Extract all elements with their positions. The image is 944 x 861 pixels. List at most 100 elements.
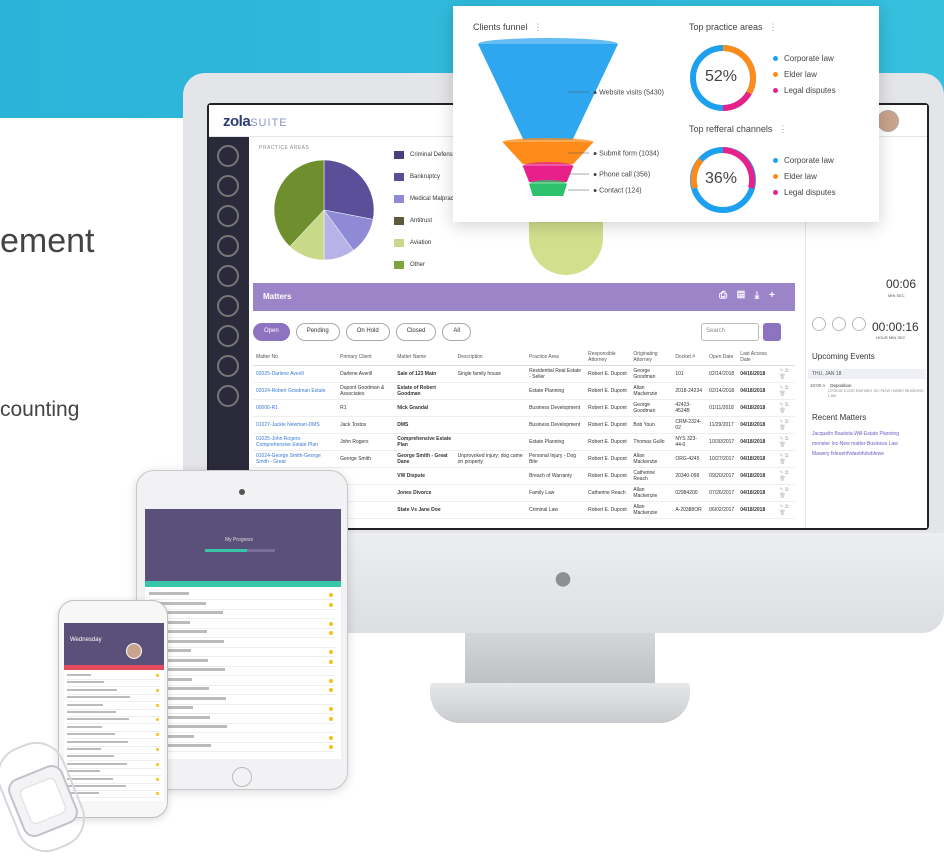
list-item[interactable] xyxy=(67,747,161,754)
list-item[interactable] xyxy=(67,725,161,732)
column-header[interactable]: Last Access Date xyxy=(737,349,777,366)
star-icon[interactable] xyxy=(156,733,159,737)
stop-icon[interactable] xyxy=(852,317,866,331)
calendar-icon[interactable] xyxy=(217,175,239,197)
star-icon[interactable] xyxy=(156,703,159,707)
row-actions[interactable]: ✎ ⧉ 🗑 xyxy=(776,365,795,383)
ipad-home-button[interactable] xyxy=(232,767,252,787)
list-item[interactable] xyxy=(67,762,161,769)
list-item[interactable] xyxy=(149,629,335,638)
row-actions[interactable]: ✎ ⧉ 🗑 xyxy=(776,501,795,519)
event-item[interactable]: 10:00 A Deposition Central Court Monster… xyxy=(810,383,927,398)
star-icon[interactable] xyxy=(329,735,333,740)
column-header[interactable]: Open Date xyxy=(706,349,738,366)
list-item[interactable] xyxy=(149,648,335,657)
column-header[interactable]: Docket # xyxy=(672,349,707,366)
matters-icon[interactable] xyxy=(217,235,239,257)
list-item[interactable] xyxy=(149,639,335,648)
list-item[interactable] xyxy=(149,658,335,667)
row-actions[interactable]: ✎ ⧉ 🗑 xyxy=(776,382,795,400)
list-item[interactable] xyxy=(149,601,335,610)
star-icon[interactable] xyxy=(329,688,333,692)
filter-on-hold[interactable]: On Hold xyxy=(345,323,390,341)
table-row[interactable]: 01024-George Smith-George Smith - Great G… xyxy=(253,450,795,468)
list-item[interactable] xyxy=(67,740,161,747)
column-header[interactable]: Practice Area xyxy=(526,349,586,366)
table-cell[interactable]: 02024-Robert Goodman Estate xyxy=(253,382,338,400)
list-item[interactable] xyxy=(67,769,161,777)
row-actions[interactable]: ✎ ⧉ 🗑 xyxy=(776,450,795,468)
list-item[interactable] xyxy=(149,677,335,686)
list-item[interactable] xyxy=(149,696,335,705)
list-item[interactable] xyxy=(67,673,161,680)
billing-icon[interactable] xyxy=(217,325,239,347)
table-cell[interactable]: 00006-R1 xyxy=(253,399,338,417)
list-item[interactable] xyxy=(149,686,335,695)
column-header[interactable]: Primary Client xyxy=(337,349,395,366)
star-icon[interactable] xyxy=(329,707,333,711)
more-vertical-icon[interactable]: ⋮ xyxy=(778,124,787,134)
star-icon[interactable] xyxy=(156,748,159,751)
more-vertical-icon[interactable]: ⋮ xyxy=(534,22,543,32)
column-header[interactable]: Description xyxy=(454,349,527,366)
matters-search-input[interactable]: Search xyxy=(701,323,759,341)
download-icon[interactable]: ⤓ xyxy=(755,290,769,301)
dashboard-icon[interactable] xyxy=(217,145,239,167)
star-icon[interactable] xyxy=(329,659,333,664)
column-header[interactable]: Matter No xyxy=(253,349,338,366)
table-cell[interactable]: 01024-George Smith-George Smith - Great xyxy=(253,450,338,468)
star-icon[interactable] xyxy=(156,688,159,692)
filter-pending[interactable]: Pending xyxy=(295,323,340,341)
list-item[interactable] xyxy=(149,724,335,733)
play-icon[interactable] xyxy=(812,317,826,331)
column-header[interactable]: Originating Attorney xyxy=(630,349,673,366)
row-actions[interactable]: ✎ ⧉ 🗑 xyxy=(776,399,795,417)
filter-closed[interactable]: Closed xyxy=(395,323,437,341)
list-item[interactable] xyxy=(67,791,161,799)
list-item[interactable] xyxy=(149,734,335,743)
pause-icon[interactable] xyxy=(832,317,846,331)
row-actions[interactable]: ✎ ⧉ 🗑 xyxy=(776,467,795,485)
table-row[interactable]: 01027-Jackie Newman-DMS Jack Tostos DMS Bus… xyxy=(253,416,795,434)
contacts-icon[interactable] xyxy=(217,205,239,227)
column-header[interactable]: Matter Name xyxy=(394,349,455,366)
table-cell[interactable]: 01027-Jackie Newman-DMS xyxy=(253,416,338,434)
tools-icon[interactable] xyxy=(217,295,239,317)
recent-matter-link[interactable]: monster Inc-New matter-Business Law xyxy=(812,441,898,447)
app-logo[interactable]: zolaSUITE xyxy=(223,113,288,130)
list-item[interactable] xyxy=(67,717,161,725)
star-icon[interactable] xyxy=(329,716,333,721)
list-item[interactable] xyxy=(67,695,161,703)
star-icon[interactable] xyxy=(329,745,333,749)
star-icon[interactable] xyxy=(156,792,159,796)
star-icon[interactable] xyxy=(156,762,159,766)
list-item[interactable] xyxy=(67,732,161,740)
table-cell[interactable]: 02025-Darlene Averill xyxy=(253,365,338,383)
list-item[interactable] xyxy=(149,743,335,752)
list-item[interactable] xyxy=(67,754,161,762)
more-vertical-icon[interactable]: ⋮ xyxy=(769,22,778,32)
reports-icon[interactable] xyxy=(217,385,239,407)
settings-icon[interactable] xyxy=(763,323,781,341)
recent-matter-link[interactable]: Mawery fsleuehfvdaebfulwblewe xyxy=(812,451,884,457)
star-icon[interactable] xyxy=(156,674,159,677)
list-item[interactable] xyxy=(67,784,161,791)
add-icon[interactable]: + xyxy=(769,290,785,301)
list-item[interactable] xyxy=(149,715,335,724)
list-item[interactable] xyxy=(149,620,335,629)
list-item[interactable] xyxy=(149,705,335,714)
list-item[interactable] xyxy=(149,591,335,600)
star-icon[interactable] xyxy=(329,602,333,607)
list-item[interactable] xyxy=(149,667,335,676)
column-header[interactable]: Responsible Attorney xyxy=(585,349,631,366)
time-icon[interactable] xyxy=(217,355,239,377)
list-item[interactable] xyxy=(67,703,161,710)
filter-all[interactable]: All xyxy=(442,323,472,341)
filter-open[interactable]: Open xyxy=(253,323,290,341)
star-icon[interactable] xyxy=(329,593,333,597)
star-icon[interactable] xyxy=(329,650,333,654)
table-row[interactable]: 00006-R1 R1 Nick Grandal Business Developme… xyxy=(253,399,795,417)
documents-icon[interactable] xyxy=(217,265,239,287)
table-row[interactable]: 01025-John Rogers-Comprehensive Estate P… xyxy=(253,433,795,451)
table-row[interactable]: 02024-Robert Goodman Estate Dupont Goodma… xyxy=(253,382,795,400)
